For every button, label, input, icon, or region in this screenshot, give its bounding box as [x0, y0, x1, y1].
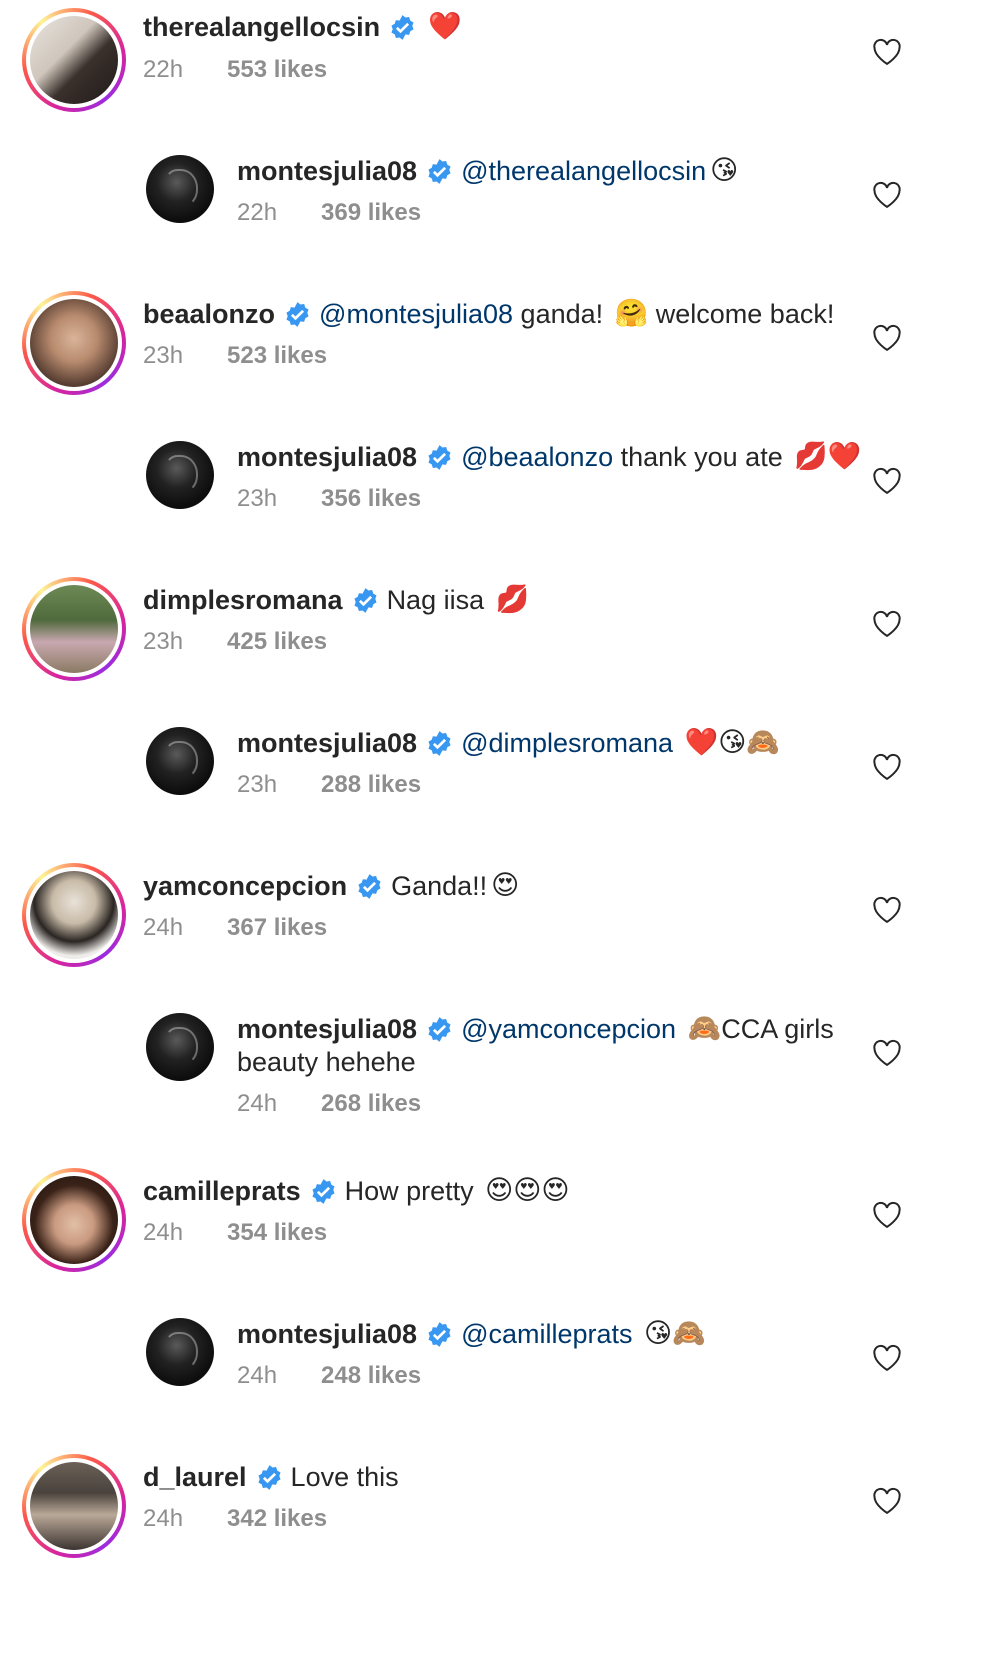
- comment-username[interactable]: montesjulia08: [237, 154, 417, 188]
- comment-likes[interactable]: 425 likes: [227, 627, 327, 657]
- heart-outline-icon[interactable]: [872, 1487, 902, 1515]
- comment-emoji: 😘🙈: [644, 1318, 706, 1349]
- comment-mention[interactable]: @yamconcepcion: [461, 1012, 676, 1046]
- comment-text-line2: beauty hehehe: [237, 1047, 416, 1077]
- comment-mention[interactable]: @montesjulia08: [319, 297, 513, 331]
- comment-time: 24h: [143, 1219, 184, 1246]
- comment-emoji: ❤️😘🙈: [684, 727, 780, 758]
- comment-likes[interactable]: 523 likes: [227, 341, 327, 371]
- avatar-montesjulia08[interactable]: [146, 1013, 214, 1081]
- comment-text: Love this: [290, 1462, 399, 1492]
- comment-time: 22h: [143, 56, 184, 83]
- comment-username[interactable]: d_laurel: [143, 1460, 247, 1494]
- comment-likes[interactable]: 288 likes: [321, 770, 421, 800]
- comment-emoji: 😍: [491, 870, 520, 901]
- avatar-d_laurel[interactable]: [22, 1454, 126, 1558]
- verified-badge-icon: [428, 1321, 451, 1347]
- comment-time: 23h: [237, 485, 278, 512]
- heart-outline-icon[interactable]: [872, 1344, 902, 1372]
- heart-outline-icon[interactable]: [872, 38, 902, 66]
- heart-outline-icon[interactable]: [872, 324, 902, 352]
- avatar-yamconcepcion[interactable]: [22, 863, 126, 967]
- verified-badge-icon: [428, 158, 451, 184]
- comment-time: 23h: [143, 342, 184, 369]
- verified-badge-icon: [358, 873, 381, 899]
- verified-badge-icon: [428, 730, 451, 756]
- comment-likes[interactable]: 268 likes: [321, 1089, 421, 1119]
- avatar-montesjulia08[interactable]: [146, 1318, 214, 1386]
- comment-username[interactable]: beaalonzo: [143, 297, 275, 331]
- comment-likes[interactable]: 367 likes: [227, 913, 327, 943]
- comment-time: 23h: [143, 628, 184, 655]
- comment-text-tail: welcome back!: [648, 299, 835, 329]
- comment-username[interactable]: montesjulia08: [237, 1012, 417, 1046]
- heart-outline-icon[interactable]: [872, 467, 902, 495]
- comment-time: 23h: [237, 771, 278, 798]
- verified-badge-icon: [312, 1178, 335, 1204]
- comment-likes[interactable]: 342 likes: [227, 1504, 327, 1534]
- avatar-therealangellocsin[interactable]: [22, 8, 126, 112]
- heart-outline-icon[interactable]: [872, 896, 902, 924]
- comment-mention[interactable]: @dimplesromana: [461, 726, 673, 760]
- comment-username[interactable]: dimplesromana: [143, 583, 343, 617]
- comment-text: How pretty: [344, 1176, 482, 1206]
- comment-likes[interactable]: 354 likes: [227, 1218, 327, 1248]
- verified-badge-icon: [258, 1464, 281, 1490]
- comment-emoji: ❤️: [428, 11, 462, 42]
- heart-outline-icon[interactable]: [872, 753, 902, 781]
- comment-text: [673, 726, 681, 760]
- comment-time: 24h: [143, 1505, 184, 1532]
- comment-text: [633, 1317, 641, 1351]
- avatar-dimplesromana[interactable]: [22, 577, 126, 681]
- comment-username[interactable]: therealangellocsin: [143, 10, 380, 44]
- comment-text: Ganda!!: [391, 871, 488, 901]
- verified-badge-icon: [354, 587, 377, 613]
- comment-text: Nag iisa: [386, 585, 492, 615]
- comment-emoji: 💋: [495, 584, 530, 615]
- comment-likes[interactable]: 248 likes: [321, 1361, 421, 1391]
- comment-emoji: 😍😍😍: [485, 1175, 570, 1206]
- verified-badge-icon: [428, 1016, 451, 1042]
- comment-username[interactable]: yamconcepcion: [143, 869, 347, 903]
- verified-badge-icon: [428, 444, 451, 470]
- heart-outline-icon[interactable]: [872, 1039, 902, 1067]
- comment-time: 24h: [143, 914, 184, 941]
- verified-badge-icon: [286, 301, 309, 327]
- comment-mention[interactable]: @beaalonzo: [461, 440, 613, 474]
- comment-likes[interactable]: 369 likes: [321, 198, 421, 228]
- comment-username[interactable]: montesjulia08: [237, 1317, 417, 1351]
- heart-outline-icon[interactable]: [872, 1201, 902, 1229]
- comment-time: 22h: [237, 199, 278, 226]
- avatar-montesjulia08[interactable]: [146, 727, 214, 795]
- comment-time: 24h: [237, 1362, 278, 1389]
- avatar-beaalonzo[interactable]: [22, 291, 126, 395]
- comment-emoji: 🤗: [614, 298, 649, 329]
- comment-text: [676, 1012, 684, 1046]
- comment-username[interactable]: montesjulia08: [237, 440, 417, 474]
- comment-emoji: 🙈: [687, 1013, 722, 1044]
- verified-badge-icon: [391, 14, 414, 40]
- heart-outline-icon[interactable]: [872, 181, 902, 209]
- comment-likes[interactable]: 553 likes: [227, 55, 327, 85]
- comment-username[interactable]: camilleprats: [143, 1174, 301, 1208]
- comment-username[interactable]: montesjulia08: [237, 726, 417, 760]
- avatar-montesjulia08[interactable]: [146, 155, 214, 223]
- comment-likes[interactable]: 356 likes: [321, 484, 421, 514]
- comment-text: thank you ate: [613, 442, 791, 472]
- comment-mention[interactable]: @therealangellocsin: [461, 154, 706, 188]
- comment-emoji: 💋❤️: [794, 441, 862, 472]
- heart-outline-icon[interactable]: [872, 610, 902, 638]
- comment-emoji: 😘: [710, 155, 739, 186]
- comment-text: ganda!: [513, 299, 611, 329]
- avatar-montesjulia08[interactable]: [146, 441, 214, 509]
- comment-text-tail: CCA girls: [721, 1014, 834, 1044]
- comment-time: 24h: [237, 1090, 278, 1117]
- comment-mention[interactable]: @camilleprats: [461, 1317, 632, 1351]
- avatar-camilleprats[interactable]: [22, 1168, 126, 1272]
